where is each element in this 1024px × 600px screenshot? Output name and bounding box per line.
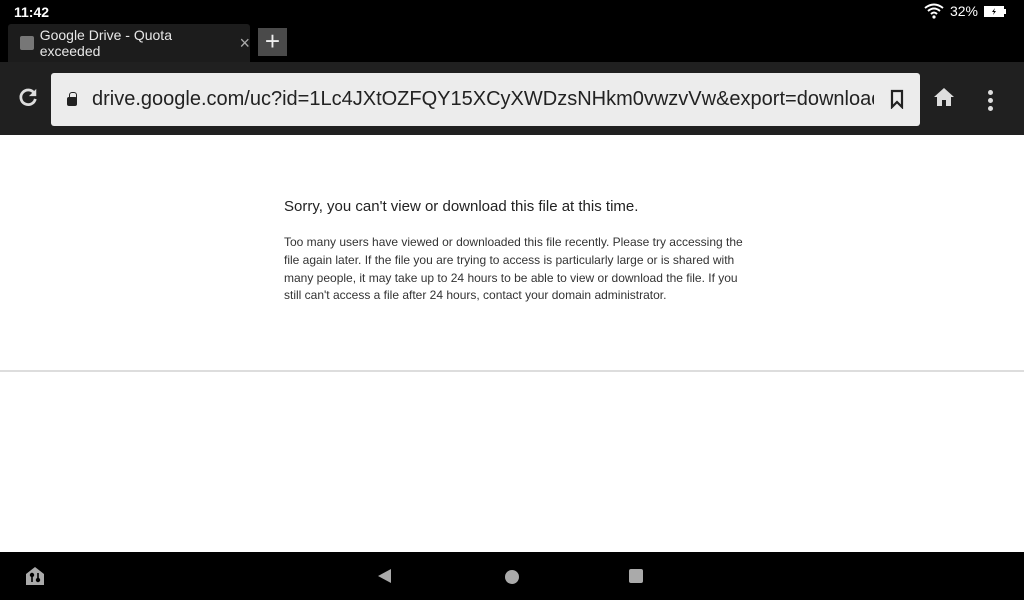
battery-percent: 32% (949, 3, 978, 19)
lock-icon (67, 92, 77, 106)
favicon-globe-icon (20, 36, 34, 50)
home-icon[interactable] (933, 87, 955, 107)
back-icon[interactable] (378, 569, 391, 583)
tab-google-drive[interactable]: Google Drive - Quota exceeded × (8, 24, 250, 62)
bookmark-icon[interactable] (890, 89, 904, 109)
tab-strip: Google Drive - Quota exceeded × + (0, 24, 1024, 62)
url-text[interactable]: drive.google.com/uc?id=1Lc4JXtOZFQY15XCy… (92, 88, 874, 111)
home-button-icon[interactable] (505, 570, 519, 584)
clock: 11:42 (14, 4, 50, 20)
error-message: Sorry, you can't view or download this f… (284, 198, 744, 305)
new-tab-button[interactable]: + (258, 28, 287, 56)
recents-icon[interactable] (629, 569, 643, 583)
wifi-icon (924, 3, 944, 19)
status-bar: 11:42 32% (0, 0, 1024, 24)
navigation-bar (0, 552, 1024, 600)
tab-title: Google Drive - Quota exceeded (39, 27, 172, 59)
divider (0, 370, 1024, 372)
kids-profile-icon[interactable] (25, 566, 45, 586)
reload-icon[interactable] (17, 87, 39, 109)
close-tab-icon[interactable]: × (239, 33, 250, 54)
browser-toolbar: drive.google.com/uc?id=1Lc4JXtOZFQY15XCy… (0, 62, 1024, 135)
address-bar[interactable]: drive.google.com/uc?id=1Lc4JXtOZFQY15XCy… (51, 73, 920, 126)
error-body: Too many users have viewed or downloaded… (284, 235, 743, 303)
error-heading: Sorry, you can't view or download this f… (284, 198, 639, 215)
more-menu-icon[interactable] (988, 90, 993, 111)
battery-charging-icon (984, 5, 1006, 17)
